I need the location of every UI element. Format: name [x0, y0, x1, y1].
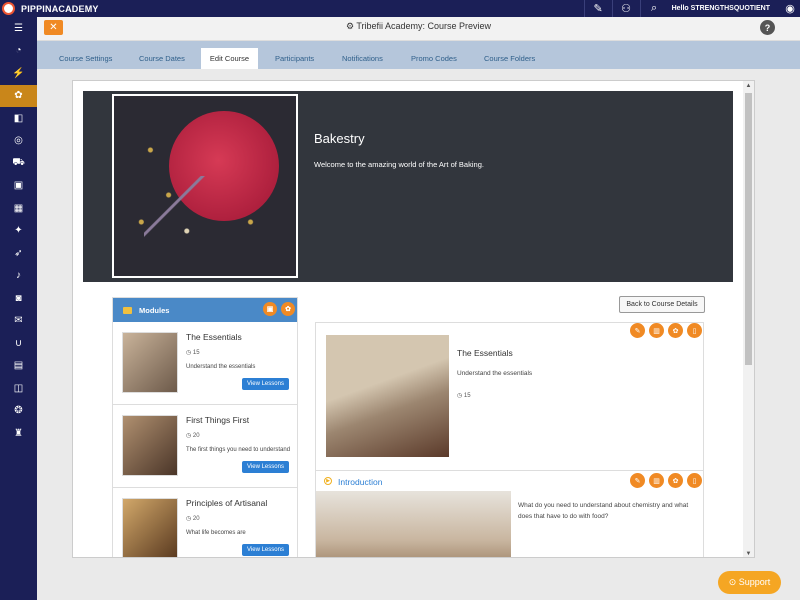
lesson-description: What do you need to understand about che… — [518, 502, 689, 520]
support-button[interactable]: ⊙ Support — [718, 571, 781, 594]
cart-icon[interactable]: ⛟ — [0, 152, 37, 175]
modules-panel: Modules ▣ ✿ The Essentials ◷ 15 Understa… — [112, 297, 298, 557]
view-lessons-button[interactable]: View Lessons — [242, 461, 289, 473]
tab-promo-codes[interactable]: Promo Codes — [403, 48, 465, 69]
course-description: Welcome to the amazing world of the Art … — [314, 160, 484, 169]
module-title: The Essentials — [186, 332, 242, 342]
courses-icon[interactable]: ✿ — [0, 84, 37, 107]
course-preview-frame: Bakestry Welcome to the amazing world of… — [72, 80, 755, 558]
module-item[interactable]: The Essentials ◷ 15 Understand the essen… — [113, 322, 297, 405]
page-header: ✕ ⚙ Tribefii Academy: Course Preview ? — [37, 17, 800, 41]
rocket-icon[interactable]: ➶ — [0, 242, 37, 265]
module-detail-description: Understand the essentials — [457, 370, 533, 377]
document-icon[interactable]: ▯ — [687, 473, 702, 488]
tab-course-settings[interactable]: Course Settings — [51, 48, 120, 69]
menu-icon[interactable]: ☰ — [0, 17, 37, 40]
modules-label: Modules — [139, 305, 170, 315]
module-description: What life becomes are — [186, 530, 246, 536]
globe-icon[interactable]: ◎ — [0, 130, 37, 153]
module-title: Principles of Artisanal — [186, 498, 268, 508]
module-detail-title: The Essentials — [457, 348, 513, 358]
tab-course-folders[interactable]: Course Folders — [476, 48, 543, 69]
module-duration: ◷ 20 — [186, 433, 200, 439]
settings-icon[interactable]: ✿ — [668, 323, 683, 338]
module-duration: ◷ 15 — [186, 350, 200, 356]
edit-icon[interactable]: ✎ — [630, 323, 645, 338]
profile-icon[interactable]: ◙ — [0, 287, 37, 310]
save-icon[interactable]: ▣ — [263, 302, 277, 316]
sidebar: ☰ ◔ ⚡ ✿ ◧ ◎ ⛟ ▣ ▦ ✦ ➶ ♪ ◙ ✉ ∪ ▤ ◫ ❂ ♜ — [0, 17, 37, 600]
mail-icon[interactable]: ✉ — [0, 310, 37, 333]
scrollbar[interactable]: ▲ ▼ — [743, 81, 754, 557]
user-greeting[interactable]: Hello STRENGTHSQUOTIENT — [668, 5, 780, 12]
page-title: ⚙ Tribefii Academy: Course Preview — [345, 21, 492, 31]
sitemap-icon[interactable]: ♜ — [0, 422, 37, 445]
users-icon[interactable]: ⚇ — [611, 0, 640, 17]
lesson-title[interactable]: Introduction — [338, 477, 382, 487]
view-lessons-button[interactable]: View Lessons — [242, 378, 289, 390]
microphone-icon[interactable]: ♪ — [0, 265, 37, 288]
module-duration: ◷ 20 — [186, 516, 200, 522]
module-detail-duration: ◷ 15 — [457, 393, 471, 399]
camera-icon[interactable]: ◫ — [0, 377, 37, 400]
settings-icon[interactable]: ✿ — [281, 302, 295, 316]
gamepad-icon[interactable]: ✦ — [0, 220, 37, 243]
module-description: The first things you need to understand — [186, 447, 291, 453]
back-to-course-details-button[interactable]: Back to Course Details — [619, 296, 705, 313]
delete-icon[interactable]: ▥ — [649, 473, 664, 488]
share-icon[interactable]: ◧ — [0, 107, 37, 130]
scroll-down-icon[interactable]: ▼ — [743, 549, 754, 557]
top-bar: PIPPINACADEMY ✎ ⚇ ⌕ Hello STRENGTHSQUOTI… — [0, 0, 800, 17]
edit-icon[interactable]: ✎ — [630, 473, 645, 488]
folder-icon — [123, 306, 132, 314]
module-image — [326, 335, 449, 457]
lesson-item[interactable]: ✎ ▥ ✿ ▯ ▶ Introduction What do you need … — [316, 470, 703, 557]
lesson-image — [316, 491, 511, 557]
palette-icon[interactable]: ❂ — [0, 400, 37, 423]
module-item[interactable]: First Things First ◷ 20 The first things… — [113, 405, 297, 488]
scroll-thumb[interactable] — [745, 93, 752, 365]
view-lessons-button[interactable]: View Lessons — [242, 544, 289, 556]
module-thumbnail — [122, 498, 178, 557]
app-logo[interactable] — [0, 0, 17, 17]
play-icon: ▶ — [324, 477, 332, 485]
magnet-icon[interactable]: ∪ — [0, 332, 37, 355]
settings-icon[interactable]: ✿ — [668, 473, 683, 488]
help-icon[interactable]: ? — [760, 20, 775, 35]
calendar-icon[interactable]: ▦ — [0, 197, 37, 220]
course-cover-image — [112, 94, 298, 278]
activity-icon[interactable]: ⚡ — [0, 62, 37, 85]
scroll-up-icon[interactable]: ▲ — [743, 81, 754, 91]
module-thumbnail — [122, 332, 178, 393]
module-description: Understand the essentials — [186, 364, 256, 370]
tab-course-dates[interactable]: Course Dates — [131, 48, 193, 69]
tab-bar: Course Settings Course Dates Edit Course… — [37, 41, 800, 69]
course-hero: Bakestry Welcome to the amazing world of… — [83, 91, 733, 282]
dashboard-icon[interactable]: ◔ — [0, 40, 37, 63]
module-detail-panel: ✎ ▥ ✿ ▯ The Essentials Understand the es… — [315, 322, 704, 557]
book-icon[interactable]: ▯ — [687, 323, 702, 338]
module-thumbnail — [122, 415, 178, 476]
search-icon[interactable]: ⌕ — [639, 0, 668, 17]
account-icon[interactable]: ◉ — [780, 2, 800, 15]
delete-icon[interactable]: ▥ — [649, 323, 664, 338]
modules-header: Modules ▣ ✿ — [113, 298, 297, 322]
module-title: First Things First — [186, 415, 250, 425]
module-item[interactable]: Principles of Artisanal ◷ 20 What life b… — [113, 488, 297, 557]
bag-icon[interactable]: ▣ — [0, 175, 37, 198]
topbar-right: ✎ ⚇ ⌕ Hello STRENGTHSQUOTIENT ◉ — [583, 0, 800, 17]
edit-icon[interactable]: ✎ — [583, 0, 612, 17]
tab-notifications[interactable]: Notifications — [334, 48, 391, 69]
tab-participants[interactable]: Participants — [267, 48, 322, 69]
course-title: Bakestry — [314, 131, 365, 146]
brand-name: PIPPINACADEMY — [21, 3, 99, 14]
tab-edit-course[interactable]: Edit Course — [201, 48, 258, 69]
main-area: Bakestry Welcome to the amazing world of… — [37, 69, 800, 600]
clipboard-icon[interactable]: ▤ — [0, 355, 37, 378]
